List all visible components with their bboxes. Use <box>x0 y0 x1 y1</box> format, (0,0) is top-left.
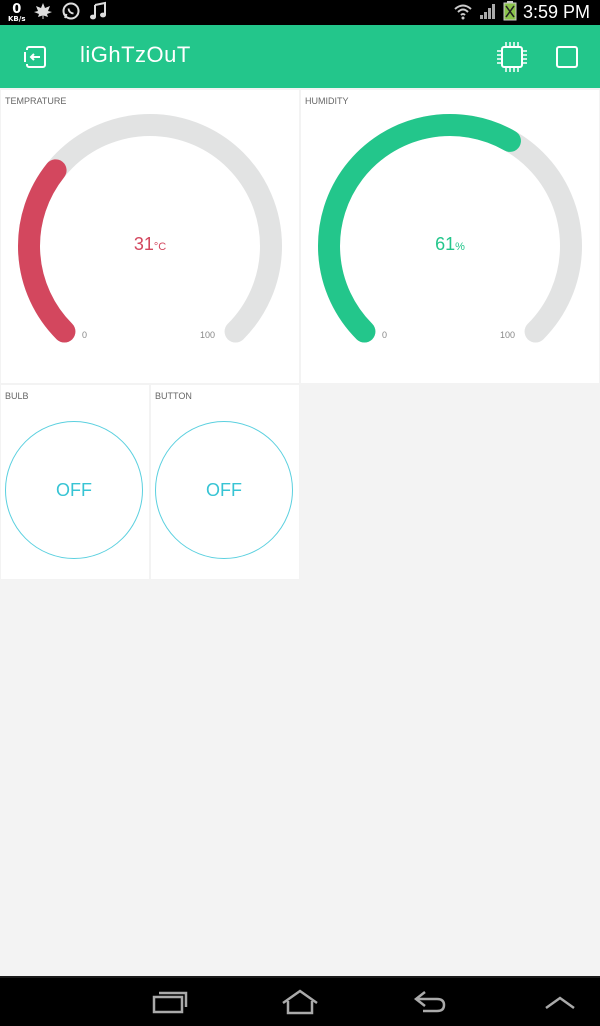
whatsapp-icon <box>61 1 81 25</box>
system-nav-bar <box>0 976 600 1026</box>
recent-apps-icon[interactable] <box>145 988 195 1016</box>
wifi-icon <box>453 2 473 24</box>
status-clock: 3:59 PM <box>522 2 590 22</box>
humidity-value: 61 <box>435 234 456 254</box>
maple-leaf-icon <box>33 2 53 24</box>
status-bar: 0 KB/s 3:59 PM <box>0 0 600 25</box>
menu-up-icon[interactable] <box>535 988 585 1016</box>
data-rate-indicator: 0 KB/s <box>8 3 25 23</box>
temperature-min-label: 0 <box>82 330 88 340</box>
bulb-led-widget: BULB OFF <box>1 385 149 579</box>
button-label: BUTTON <box>155 391 192 401</box>
temperature-gauge-track <box>18 114 282 343</box>
data-rate-unit: KB/s <box>8 14 26 23</box>
temperature-max-label: 100 <box>200 330 216 340</box>
humidity-gauge-fill <box>318 114 521 343</box>
humidity-unit: % <box>455 241 465 253</box>
home-icon[interactable] <box>275 988 325 1016</box>
project-title: liGhTzOuT <box>80 42 191 67</box>
humidity-value-display: 61% <box>301 234 599 255</box>
button-widget: BUTTON OFF <box>151 385 299 579</box>
humidity-max-label: 100 <box>500 330 516 340</box>
bulb-state-text: OFF <box>56 479 92 500</box>
bulb-state-indicator: OFF <box>5 421 143 559</box>
temperature-value-display: 31°C <box>1 234 299 255</box>
temperature-value: 31 <box>133 234 154 254</box>
data-rate-value: 0 <box>12 1 22 17</box>
app-bar: liGhTzOuT <box>0 25 600 88</box>
signal-icon <box>479 2 497 24</box>
temperature-gauge-widget[interactable]: TEMPRATURE 31°C 0 100 <box>1 90 299 383</box>
humidity-min-label: 0 <box>382 330 388 340</box>
temperature-unit: °C <box>153 241 167 253</box>
toggle-button-state-text: OFF <box>206 479 242 500</box>
device-chip-icon[interactable] <box>495 40 529 74</box>
humidity-gauge-widget[interactable]: HUMIDITY 61% 0 100 <box>301 90 599 383</box>
exit-project-icon[interactable] <box>22 43 50 71</box>
battery-icon <box>503 0 517 25</box>
play-stop-icon[interactable] <box>554 44 580 70</box>
music-note-icon <box>89 1 107 25</box>
bulb-label: BULB <box>5 391 29 401</box>
toggle-button[interactable]: OFF <box>155 421 293 559</box>
back-icon[interactable] <box>405 988 455 1016</box>
